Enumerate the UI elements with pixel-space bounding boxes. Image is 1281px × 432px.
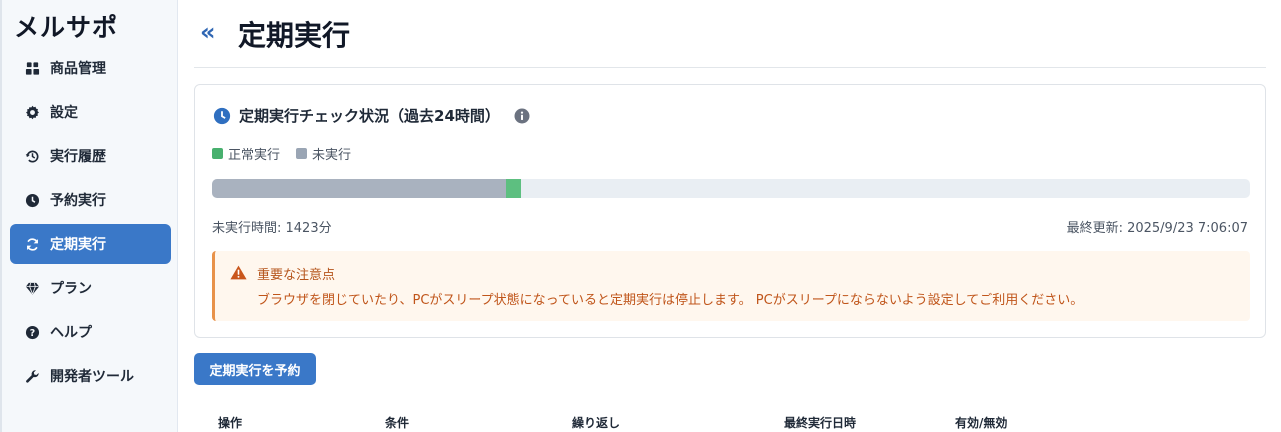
timeline-segment-success: [506, 179, 521, 198]
sidebar-item-label: 開発者ツール: [50, 369, 134, 385]
column-header-repeat: 繰り返し: [572, 416, 621, 430]
notice-body: ブラウザを閉じていたり、PCがスリープ状態になっていると定期実行は停止します。 …: [257, 293, 1084, 308]
table-header: 操作 条件 繰り返し 最終実行日時 有効/無効: [194, 404, 1266, 432]
schedule-periodic-button[interactable]: 定期実行を予約: [194, 353, 316, 385]
sidebar-item-label: 設定: [50, 105, 78, 121]
sidebar-item-plan[interactable]: プラン: [10, 268, 171, 308]
sidebar-item-label: 実行履歴: [50, 149, 106, 165]
sidebar-item-settings[interactable]: 設定: [10, 92, 171, 132]
collapse-sidebar-button[interactable]: «: [200, 18, 222, 46]
unexecuted-time: 未実行時間: 1423分: [212, 221, 332, 236]
sidebar-item-help[interactable]: ? ヘルプ: [10, 312, 171, 352]
status-card-header: 定期実行チェック状況（過去24時間）: [213, 105, 530, 126]
sidebar-item-devtools[interactable]: 開発者ツール: [10, 356, 171, 396]
sidebar: メルサポ 商品管理 設定 実行履歴 予約実行 定期実行 プラン ? ヘルプ 開発…: [0, 0, 178, 432]
legend-item-unexecuted: 未実行: [296, 144, 351, 163]
sidebar-item-reserve[interactable]: 予約実行: [10, 180, 171, 220]
sidebar-item-label: 商品管理: [50, 61, 106, 77]
clock-icon: [213, 107, 231, 125]
column-header-last-run: 最終実行日時: [784, 416, 857, 430]
sidebar-item-label: 予約実行: [50, 193, 106, 209]
status-card-title: 定期実行チェック状況（過去24時間）: [239, 107, 500, 125]
sidebar-item-label: プラン: [50, 281, 92, 297]
legend-swatch-unexecuted: [296, 148, 308, 159]
status-card: 定期実行チェック状況（過去24時間） 正常実行 未実行 未実行時間: 1423分…: [194, 84, 1266, 338]
header-divider: [194, 67, 1266, 68]
gem-icon: [24, 280, 40, 296]
legend-label-unexecuted: 未実行: [312, 148, 352, 163]
legend-item-success: 正常実行: [212, 144, 280, 163]
wrench-icon: [24, 368, 40, 384]
gear-icon: [24, 104, 40, 120]
legend: 正常実行 未実行: [212, 144, 367, 163]
sidebar-item-history[interactable]: 実行履歴: [10, 136, 171, 176]
legend-label-success: 正常実行: [228, 148, 281, 163]
app-title: メルサポ: [14, 13, 119, 42]
main-content: « 定期実行 定期実行チェック状況（過去24時間） 正常実行 未実行 未実行時間…: [178, 0, 1281, 432]
warning-icon: [230, 265, 247, 284]
notice-title: 重要な注意点: [257, 268, 336, 283]
column-header-action: 操作: [218, 416, 243, 430]
execution-timeline-bar: [212, 179, 1250, 198]
boxes-icon: [24, 60, 40, 76]
sidebar-item-periodic[interactable]: 定期実行: [10, 224, 171, 264]
svg-text:?: ?: [29, 327, 34, 338]
column-header-enabled[interactable]: 有効/無効: [955, 414, 1007, 431]
column-header-condition: 条件: [385, 416, 410, 430]
question-icon: ?: [24, 324, 40, 340]
warning-notice: 重要な注意点 ブラウザを閉じていたり、PCがスリープ状態になっていると定期実行は…: [212, 251, 1250, 321]
sidebar-item-products[interactable]: 商品管理: [10, 48, 171, 88]
page-title: 定期実行: [238, 19, 351, 52]
refresh-icon: [24, 236, 40, 252]
info-icon[interactable]: [514, 108, 530, 124]
sidebar-item-label: ヘルプ: [50, 325, 92, 341]
sidebar-item-label: 定期実行: [50, 237, 106, 253]
timeline-segment-unexecuted: [212, 179, 507, 198]
clock-icon: [24, 192, 40, 208]
sidebar-nav: 商品管理 設定 実行履歴 予約実行 定期実行 プラン ? ヘルプ 開発者ツール: [10, 48, 171, 400]
legend-swatch-success: [212, 148, 223, 159]
last-updated: 最終更新: 2025/9/23 7:06:07: [1066, 221, 1248, 236]
history-icon: [24, 148, 40, 164]
